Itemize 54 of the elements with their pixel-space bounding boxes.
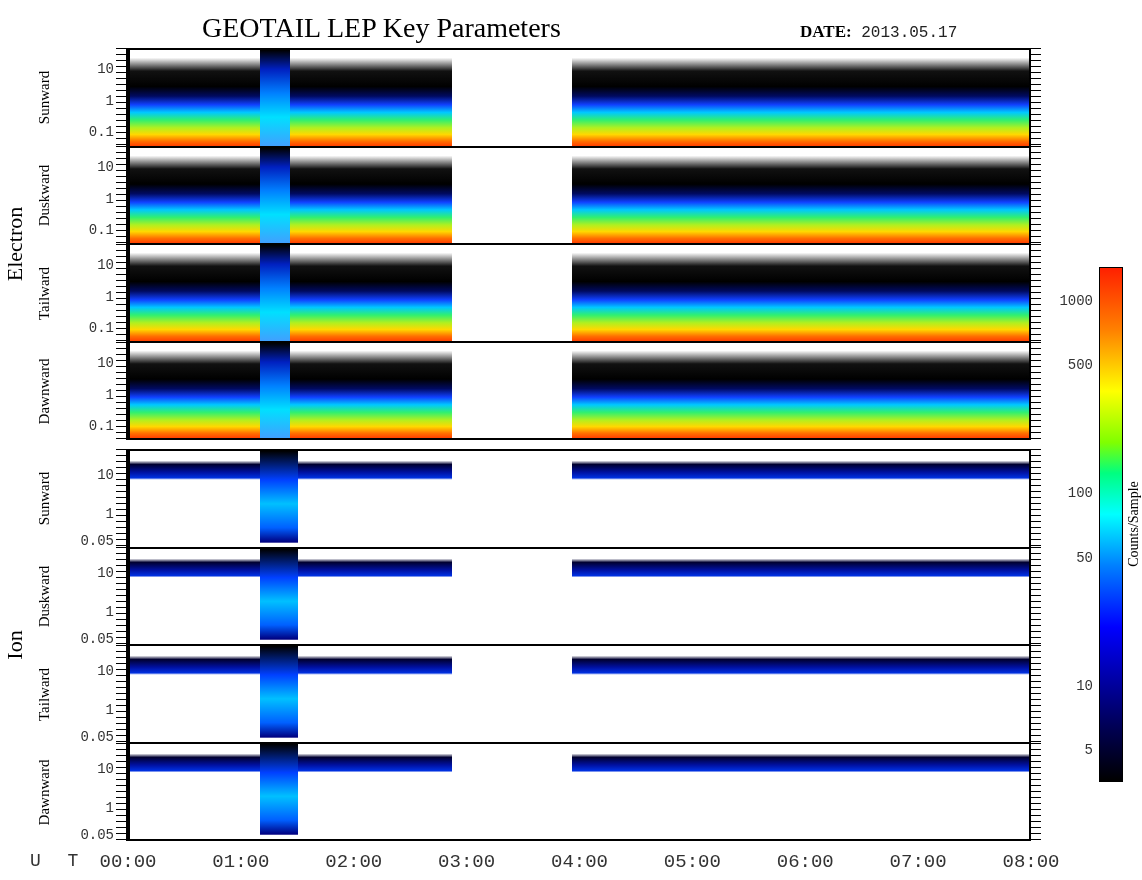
- axis-tick-label: 1: [105, 289, 114, 304]
- axis-tick-label: 01:00: [212, 851, 270, 873]
- axis-tick-label: 1: [105, 703, 114, 718]
- group-label: Ion: [2, 630, 28, 660]
- axis-tick-label: 03:00: [438, 851, 496, 873]
- axis-tick-label: 10: [97, 664, 114, 679]
- axis-tick-label: 0.1: [88, 418, 114, 433]
- axis-tick-label: 06:00: [776, 851, 834, 873]
- colorbar-tick-label: 500: [1067, 357, 1093, 372]
- axis-tick-label: 0.1: [88, 124, 114, 139]
- axis-tick-label: 0.05: [80, 828, 114, 843]
- axis-tick-label: 10: [97, 468, 114, 483]
- colorbar-tick-label: 50: [1076, 550, 1093, 565]
- axis-tick-label: 02:00: [325, 851, 383, 873]
- axis-tick-label: 0.05: [80, 534, 114, 549]
- axis-tick-label: 04:00: [551, 851, 608, 873]
- axis-tick-label: 05:00: [663, 851, 721, 873]
- chart-title: GEOTAIL LEP Key Parameters: [202, 12, 562, 45]
- panel-label: Dawnward: [36, 759, 54, 825]
- panel-label: Duskward: [36, 565, 54, 627]
- panel-label: Duskward: [36, 164, 54, 226]
- colorbar-tick-label: 100: [1067, 485, 1093, 500]
- axis-tick-label: 10: [97, 257, 114, 272]
- axis-label: U T: [30, 851, 87, 871]
- axis-tick-label: 0.1: [88, 320, 114, 335]
- axis-tick-label: 0.05: [80, 632, 114, 647]
- panel-label: Tailward: [36, 667, 54, 721]
- panel-label: Tailward: [36, 266, 54, 320]
- axis-tick-label: 10: [97, 566, 114, 581]
- panel-label: Sunward: [36, 70, 54, 124]
- panel-label: Sunward: [36, 471, 54, 525]
- axis-tick-label: 10: [97, 355, 114, 370]
- colorbar-tick-label: 5: [1084, 742, 1093, 757]
- colorbar-tick-label: 10: [1076, 679, 1093, 694]
- date-value: 2013.05.17: [861, 24, 958, 42]
- axis-tick-label: 07:00: [889, 851, 947, 873]
- colorbar-tick-label: 1000: [1059, 293, 1093, 308]
- axis-tick-label: 08:00: [1002, 851, 1060, 873]
- axis-tick-label: 10: [97, 61, 114, 76]
- axis-tick-label: 00:00: [99, 851, 157, 873]
- axis-tick-label: 10: [97, 762, 114, 777]
- axis-tick-label: 10: [97, 159, 114, 174]
- colorbar-label: Counts/Sample: [1126, 480, 1142, 567]
- axis-tick-label: 1: [105, 387, 114, 402]
- date-label: DATE:: [800, 22, 852, 41]
- group-label: Electron: [2, 206, 28, 282]
- axis-tick-label: 0.05: [80, 730, 114, 745]
- axis-tick-label: 1: [105, 191, 114, 206]
- panel-label: Dawnward: [36, 358, 54, 424]
- axis-tick-label: 1: [105, 93, 114, 108]
- axis-tick-label: 0.1: [88, 222, 114, 237]
- axis-tick-label: 1: [105, 507, 114, 522]
- axis-tick-label: 1: [105, 801, 114, 816]
- axis-tick-label: 1: [105, 605, 114, 620]
